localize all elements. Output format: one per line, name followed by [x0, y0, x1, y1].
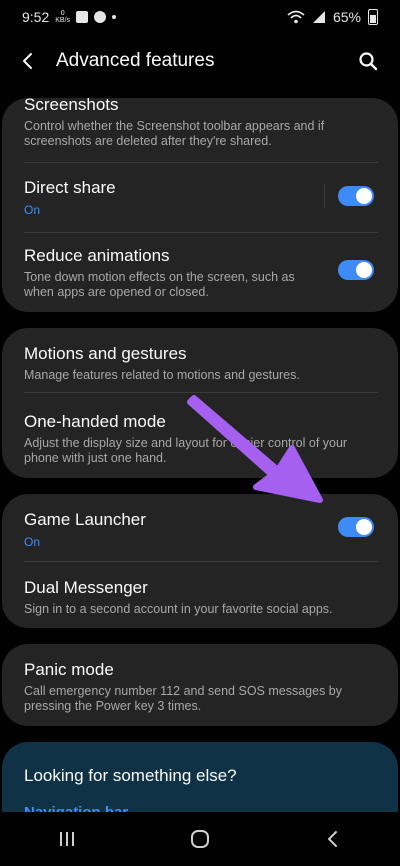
gallery-notification-icon — [76, 11, 89, 23]
settings-list[interactable]: Screenshots Control whether the Screensh… — [0, 88, 400, 812]
back-button[interactable] — [0, 34, 56, 88]
home-icon — [190, 830, 209, 848]
setting-title: Screenshots — [24, 98, 119, 114]
help-card: Looking for something else? Navigation b… — [2, 742, 398, 812]
navigation-bar-link[interactable]: Navigation bar — [24, 804, 128, 812]
status-bar: 9:52 0 KB/s 65% — [0, 0, 400, 34]
setting-one-handed-mode[interactable]: One-handed mode Adjust the display size … — [2, 412, 398, 466]
recents-button[interactable] — [37, 812, 97, 866]
setting-title: Reduce animations — [24, 246, 170, 265]
setting-title: Dual Messenger — [24, 578, 148, 597]
setting-state: On — [24, 535, 41, 549]
direct-share-toggle[interactable] — [338, 186, 374, 206]
status-time: 9:52 — [22, 9, 50, 25]
home-button[interactable] — [170, 812, 230, 866]
setting-description: Control whether the Screenshot toolbar a… — [24, 119, 325, 148]
settings-card-3: Game Launcher On Dual Messenger Sign in … — [2, 494, 398, 628]
divider — [24, 561, 378, 562]
wifi-icon — [287, 10, 305, 24]
setting-screenshots[interactable]: Screenshots Control whether the Screensh… — [2, 98, 398, 149]
signal-icon — [312, 11, 325, 23]
settings-card-4: Panic mode Call emergency number 112 and… — [2, 644, 398, 726]
toggle-knob — [356, 519, 372, 535]
settings-card-1: Screenshots Control whether the Screensh… — [2, 98, 398, 312]
app-bar: Advanced features — [0, 34, 400, 88]
search-icon — [359, 52, 378, 71]
recents-icon — [59, 832, 74, 846]
app-notification-icon — [94, 11, 107, 23]
divider — [24, 232, 378, 233]
setting-description: Tone down motion effects on the screen, … — [24, 270, 295, 299]
setting-panic-mode[interactable]: Panic mode Call emergency number 112 and… — [2, 660, 398, 714]
setting-title: One-handed mode — [24, 412, 166, 431]
divider — [24, 392, 378, 393]
divider — [24, 162, 378, 163]
battery-percent: 65% — [332, 9, 361, 25]
reduce-animations-toggle[interactable] — [338, 260, 374, 280]
setting-description: Manage features related to motions and g… — [24, 368, 300, 382]
back-nav-button[interactable] — [303, 812, 363, 866]
battery-icon — [368, 9, 378, 25]
setting-description: Sign in to a second account in your favo… — [24, 602, 333, 616]
setting-motions-gestures[interactable]: Motions and gestures Manage features rel… — [2, 344, 398, 383]
setting-description: Call emergency number 112 and send SOS m… — [24, 684, 342, 713]
back-arrow-icon — [23, 53, 32, 69]
more-notifications-icon — [112, 15, 117, 19]
setting-dual-messenger[interactable]: Dual Messenger Sign in to a second accou… — [2, 578, 398, 617]
setting-title: Motions and gestures — [24, 344, 187, 363]
system-nav-bar — [0, 812, 400, 866]
setting-title: Panic mode — [24, 660, 114, 679]
network-speed: 0 KB/s — [55, 10, 71, 24]
setting-title: Game Launcher — [24, 510, 146, 529]
game-launcher-toggle[interactable] — [338, 517, 374, 537]
settings-card-2: Motions and gestures Manage features rel… — [2, 328, 398, 478]
help-title: Looking for something else? — [24, 766, 237, 785]
page-title: Advanced features — [56, 50, 215, 71]
toggle-knob — [356, 188, 372, 204]
setting-description: Adjust the display size and layout for e… — [24, 436, 348, 465]
toggle-separator — [324, 184, 325, 208]
toggle-knob — [356, 262, 372, 278]
back-nav-icon — [328, 831, 338, 847]
search-button[interactable] — [350, 43, 386, 79]
